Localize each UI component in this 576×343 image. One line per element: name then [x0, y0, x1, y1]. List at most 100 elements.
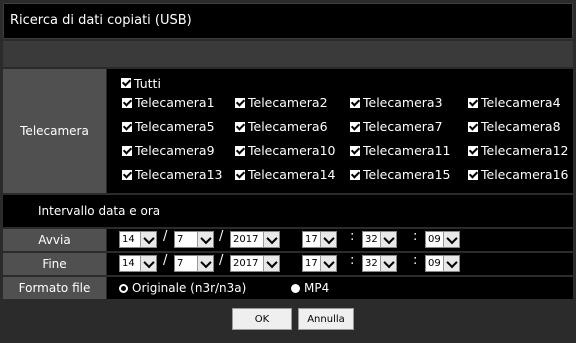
checkbox-checked-icon[interactable] [121, 78, 131, 88]
radio-selected-icon[interactable] [119, 283, 128, 293]
camera-label: Telecamera [3, 69, 107, 193]
camera-checkbox[interactable]: Telecamera4 [468, 95, 561, 110]
camera-checkbox-label: Telecamera1 [135, 95, 215, 110]
camera-checkbox[interactable]: Telecamera3 [350, 95, 443, 110]
chevron-down-icon[interactable] [197, 232, 213, 247]
checkbox-checked-icon[interactable] [468, 145, 478, 156]
camera-checkbox[interactable]: Telecamera14 [235, 167, 335, 182]
camera-checkbox-label: Telecamera14 [248, 167, 336, 182]
format-options: Originale (n3r/n3a) MP4 [107, 277, 573, 299]
camera-checkbox-label: Telecamera4 [481, 95, 561, 110]
chevron-down-icon[interactable] [197, 256, 213, 271]
radio-mp4[interactable]: MP4 [291, 281, 329, 295]
checkbox-all-label: Tutti [134, 75, 161, 91]
end-second-select[interactable]: 09 [425, 255, 460, 272]
start-month-select[interactable]: 7 [174, 231, 214, 248]
camera-checkbox-label: Telecamera12 [481, 143, 569, 158]
checkbox-checked-icon[interactable] [468, 121, 478, 132]
camera-checkbox[interactable]: Telecamera15 [350, 167, 450, 182]
radio-original-label: Originale (n3r/n3a) [132, 281, 247, 295]
camera-checkbox-label: Telecamera16 [481, 167, 569, 182]
checkbox-checked-icon[interactable] [235, 97, 245, 108]
checkbox-checked-icon[interactable] [122, 121, 132, 132]
end-fields: 14 / 7 / 2017 17 : 32 : 09 [107, 253, 573, 275]
checkbox-checked-icon[interactable] [122, 169, 132, 180]
radio-unselected-icon[interactable] [291, 283, 300, 293]
checkbox-checked-icon[interactable] [122, 97, 132, 108]
camera-checkbox[interactable]: Telecamera9 [122, 143, 215, 158]
end-label: Fine [3, 253, 107, 275]
end-day-select[interactable]: 14 [119, 255, 157, 272]
dialog-titlebar: Ricerca di dati copiati (USB) [3, 3, 573, 39]
checkbox-checked-icon[interactable] [235, 169, 245, 180]
checkbox-all[interactable]: Tutti [121, 76, 161, 91]
camera-checkbox-label: Telecamera7 [363, 119, 443, 134]
radio-original[interactable]: Originale (n3r/n3a) [119, 281, 246, 295]
format-label: Formato file [3, 277, 107, 299]
checkbox-checked-icon[interactable] [235, 121, 245, 132]
end-month-select[interactable]: 7 [174, 255, 214, 272]
camera-checkbox[interactable]: Telecamera5 [122, 119, 215, 134]
camera-checkbox[interactable]: Telecamera2 [235, 95, 328, 110]
ok-button[interactable]: OK [232, 308, 292, 330]
chevron-down-icon[interactable] [263, 256, 279, 271]
start-minute-select[interactable]: 32 [362, 231, 397, 248]
chevron-down-icon[interactable] [320, 232, 336, 247]
camera-checkbox-label: Telecamera15 [363, 167, 451, 182]
format-row: Formato file Originale (n3r/n3a) MP4 [3, 277, 573, 299]
end-minute-select[interactable]: 32 [362, 255, 397, 272]
checkbox-checked-icon[interactable] [122, 145, 132, 156]
camera-checkbox[interactable]: Telecamera6 [235, 119, 328, 134]
checkbox-checked-icon[interactable] [468, 97, 478, 108]
camera-checkbox-area: Tutti Telecamera1 Telecamera2 Telecamera3 T… [107, 69, 573, 193]
dialog-title: Ricerca di dati copiati (USB) [10, 13, 192, 28]
start-hour-select[interactable]: 17 [302, 231, 337, 248]
start-day-select[interactable]: 14 [119, 231, 157, 248]
end-hour-select[interactable]: 17 [302, 255, 337, 272]
camera-checkbox[interactable]: Telecamera13 [122, 167, 222, 182]
camera-checkbox[interactable]: Telecamera10 [235, 143, 335, 158]
chevron-down-icon[interactable] [443, 232, 459, 247]
camera-checkbox-label: Telecamera6 [248, 119, 328, 134]
header-strip [3, 41, 573, 67]
camera-checkbox[interactable]: Telecamera7 [350, 119, 443, 134]
end-year-select[interactable]: 2017 [230, 255, 280, 272]
chevron-down-icon[interactable] [263, 232, 279, 247]
camera-checkbox-label: Telecamera13 [135, 167, 223, 182]
start-second-select[interactable]: 09 [425, 231, 460, 248]
start-year-select[interactable]: 2017 [230, 231, 280, 248]
chevron-down-icon[interactable] [320, 256, 336, 271]
start-label: Avvia [3, 229, 107, 251]
camera-checkbox-label: Telecamera5 [135, 119, 215, 134]
end-row: Fine 14 / 7 / 2017 17 : 32 : 09 [3, 253, 573, 275]
range-heading: Intervallo data e ora [38, 204, 161, 218]
camera-checkbox[interactable]: Telecamera11 [350, 143, 450, 158]
camera-checkbox-label: Telecamera2 [248, 95, 328, 110]
search-dialog: Ricerca di dati copiati (USB) Telecamera… [0, 0, 576, 343]
radio-mp4-label: MP4 [304, 281, 330, 295]
checkbox-checked-icon[interactable] [468, 169, 478, 180]
camera-section: Telecamera Tutti Telecamera1 Telecamera2 T… [3, 69, 573, 193]
camera-checkbox-label: Telecamera10 [248, 143, 336, 158]
checkbox-checked-icon[interactable] [235, 145, 245, 156]
camera-checkbox-label: Telecamera9 [135, 143, 215, 158]
camera-checkbox[interactable]: Telecamera16 [468, 167, 568, 182]
cancel-button[interactable]: Annulla [298, 308, 354, 330]
camera-checkbox[interactable]: Telecamera8 [468, 119, 561, 134]
start-row: Avvia 14 / 7 / 2017 17 : 32 : 09 [3, 229, 573, 251]
start-fields: 14 / 7 / 2017 17 : 32 : 09 [107, 229, 573, 251]
camera-checkbox-label: Telecamera8 [481, 119, 561, 134]
chevron-down-icon[interactable] [140, 232, 156, 247]
checkbox-checked-icon[interactable] [350, 121, 360, 132]
camera-checkbox-label: Telecamera11 [363, 143, 451, 158]
camera-checkbox[interactable]: Telecamera12 [468, 143, 568, 158]
chevron-down-icon[interactable] [380, 256, 396, 271]
chevron-down-icon[interactable] [443, 256, 459, 271]
checkbox-checked-icon[interactable] [350, 97, 360, 108]
checkbox-checked-icon[interactable] [350, 145, 360, 156]
camera-checkbox[interactable]: Telecamera1 [122, 95, 215, 110]
camera-checkbox-label: Telecamera3 [363, 95, 443, 110]
chevron-down-icon[interactable] [380, 232, 396, 247]
checkbox-checked-icon[interactable] [350, 169, 360, 180]
chevron-down-icon[interactable] [140, 256, 156, 271]
